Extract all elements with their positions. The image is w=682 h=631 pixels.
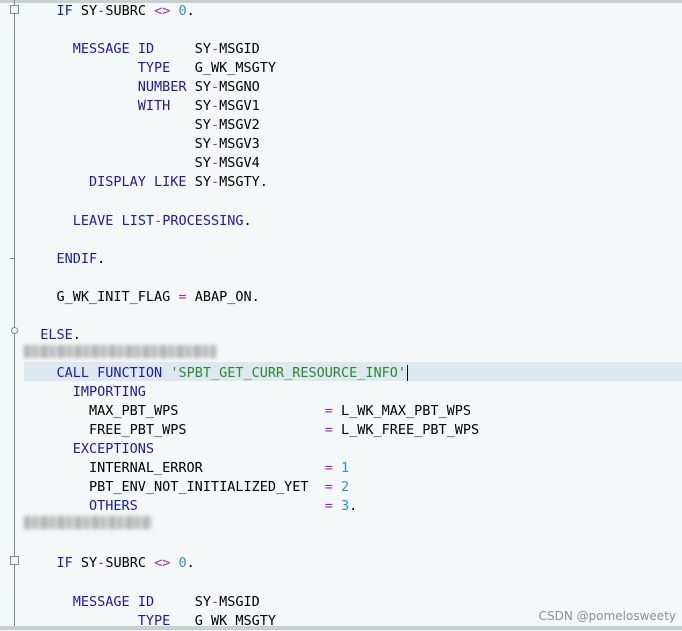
- code-line[interactable]: OTHERS = 3.: [24, 497, 357, 516]
- code-line[interactable]: SY-MSGV2: [24, 116, 260, 135]
- code-line[interactable]: ELSE.: [24, 326, 81, 345]
- fold-gutter-line: [14, 0, 15, 630]
- code-line[interactable]: NUMBER SY-MSGNO: [24, 78, 260, 97]
- code-line[interactable]: G_WK_INIT_FLAG = ABAP_ON.: [24, 288, 260, 307]
- fold-toggle-icon[interactable]: [10, 556, 19, 565]
- code-line[interactable]: ENDIF.: [24, 250, 106, 269]
- code-line[interactable]: IMPORTING: [24, 383, 146, 402]
- code-line[interactable]: FREE_PBT_WPS = L_WK_FREE_PBT_WPS: [24, 421, 479, 440]
- code-line[interactable]: IF SY-SUBRC <> 0.: [24, 554, 195, 573]
- redacted-comment: [24, 345, 216, 358]
- code-line[interactable]: TYPE G_WK_MSGTY: [24, 59, 276, 78]
- code-line[interactable]: MAX_PBT_WPS = L_WK_MAX_PBT_WPS: [24, 402, 471, 421]
- code-line[interactable]: EXCEPTIONS: [24, 440, 154, 459]
- fold-end-marker-icon: [10, 258, 15, 259]
- code-line[interactable]: PBT_ENV_NOT_INITIALIZED_YET = 2: [24, 478, 349, 497]
- code-line[interactable]: LEAVE LIST-PROCESSING.: [24, 212, 252, 231]
- code-line[interactable]: MESSAGE ID SY-MSGID: [24, 40, 260, 59]
- code-line[interactable]: CALL FUNCTION 'SPBT_GET_CURR_RESOURCE_IN…: [24, 364, 409, 383]
- code-line[interactable]: SY-MSGV3: [24, 135, 260, 154]
- code-line[interactable]: MESSAGE ID SY-MSGID: [24, 593, 260, 612]
- redacted-comment: [24, 516, 152, 529]
- code-line[interactable]: SY-MSGV4: [24, 154, 260, 173]
- horizontal-scrollbar[interactable]: [0, 626, 682, 630]
- fold-toggle-icon[interactable]: [10, 5, 19, 14]
- code-line[interactable]: INTERNAL_ERROR = 1: [24, 459, 349, 478]
- fold-branch-icon: [11, 327, 18, 334]
- watermark: CSDN @pomelosweety: [538, 609, 676, 623]
- code-line[interactable]: DISPLAY LIKE SY-MSGTY.: [24, 173, 268, 192]
- code-line[interactable]: IF SY-SUBRC <> 0.: [24, 2, 195, 21]
- code-line[interactable]: WITH SY-MSGV1: [24, 97, 260, 116]
- text-cursor: [407, 364, 409, 381]
